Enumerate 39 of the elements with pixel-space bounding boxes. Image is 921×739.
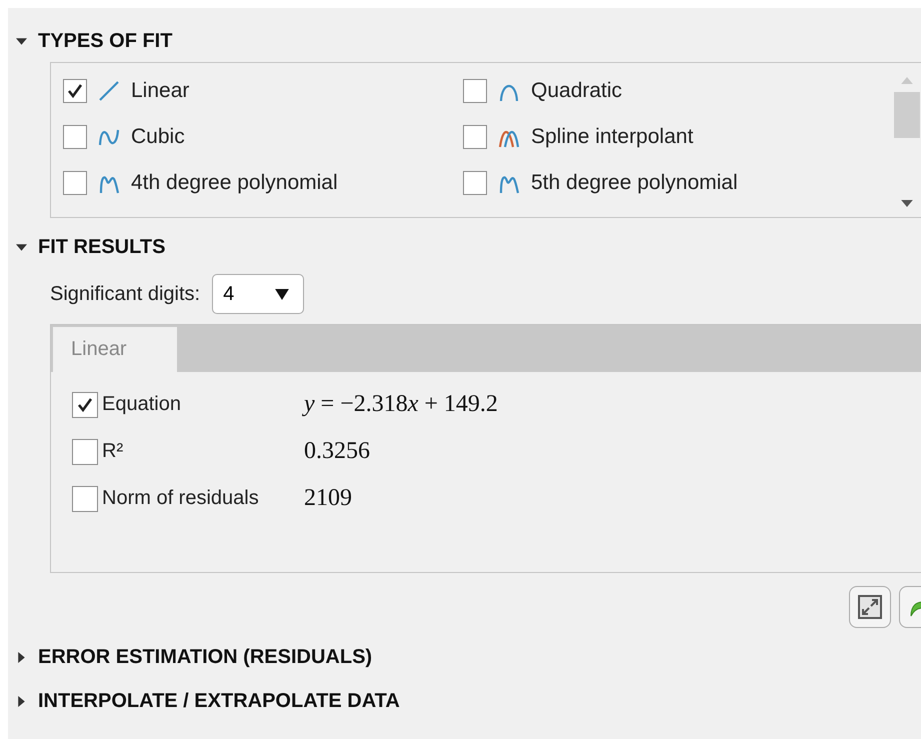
result-label: Norm of residuals [102, 487, 260, 510]
section-title[interactable]: TYPES OF FIT [38, 30, 172, 52]
checkbox[interactable] [463, 79, 487, 103]
fit-type-label: Linear [131, 79, 190, 103]
fit-type-label: Spline interpolant [531, 125, 694, 149]
scroll-down-icon[interactable] [901, 200, 913, 207]
checkbox[interactable] [463, 171, 487, 195]
significant-digits-dropdown[interactable]: 4 [212, 274, 304, 314]
section-toggle-icon[interactable] [16, 36, 27, 46]
result-label: R² [102, 440, 124, 463]
fit-type-label: Cubic [131, 125, 185, 149]
significant-digits-label: Significant digits: [50, 282, 200, 306]
dropdown-arrow-icon[interactable] [275, 288, 290, 300]
checkbox[interactable] [63, 125, 87, 149]
result-value: y = −2.318x + 149.2 [304, 391, 498, 418]
section-toggle-icon[interactable] [16, 652, 27, 662]
check-icon [67, 83, 83, 99]
checkbox[interactable] [72, 486, 98, 512]
check-icon [77, 396, 93, 412]
section-title[interactable]: FIT RESULTS [38, 236, 166, 258]
checkbox[interactable] [72, 438, 98, 464]
result-label: Equation [102, 393, 182, 416]
section-title[interactable]: ERROR ESTIMATION (RESIDUALS) [38, 646, 372, 668]
result-value: 0.3256 [304, 438, 370, 465]
section-toggle-icon[interactable] [16, 242, 27, 252]
checkbox[interactable] [463, 125, 487, 149]
section-toggle-icon[interactable] [16, 696, 27, 706]
fit-type-label: Quadratic [531, 79, 622, 103]
checkbox[interactable] [72, 392, 98, 418]
fit-type-label: 4th degree polynomial [131, 171, 338, 195]
scroll-thumb[interactable] [894, 92, 920, 138]
expand-icon [858, 595, 882, 619]
checkbox[interactable] [63, 171, 87, 195]
fit-type-label: 5th degree polynomial [531, 171, 738, 195]
section-title[interactable]: INTERPOLATE / EXTRAPOLATE DATA [38, 690, 400, 712]
result-value: 2109 [304, 485, 352, 512]
checkbox[interactable] [63, 79, 87, 103]
expand-button[interactable] [849, 586, 891, 628]
fit-curve-icon [97, 79, 121, 103]
